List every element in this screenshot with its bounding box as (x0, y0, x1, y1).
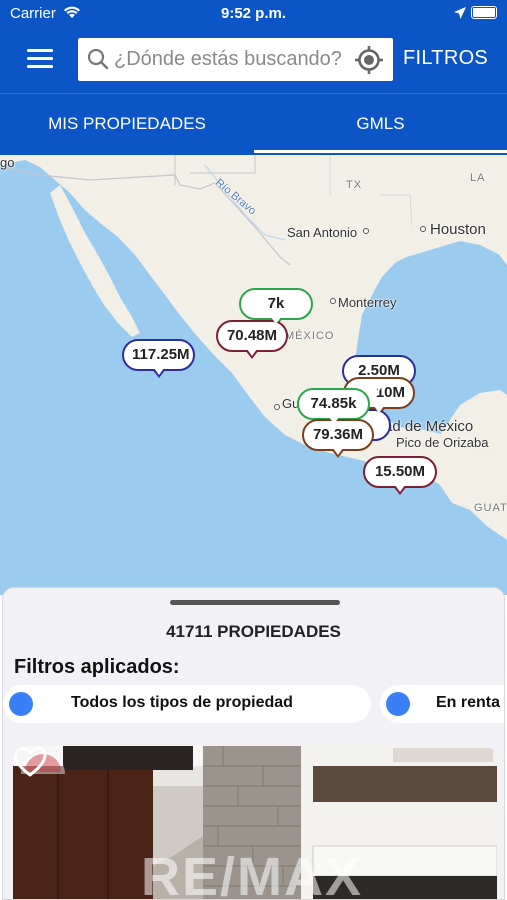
city-marker (274, 404, 280, 410)
tab-selected-indicator (254, 150, 507, 153)
map-label-mexico: MÉXICO (285, 330, 335, 342)
map-label-pico-orizaba: Pico de Orizaba (396, 435, 489, 450)
watermark: RE/MAX (141, 847, 364, 900)
filter-chip-property-type[interactable]: Todos los tipos de propiedad (3, 685, 371, 723)
map-label-houston: Houston (430, 221, 486, 238)
tab-gmls[interactable]: GMLS (254, 94, 507, 154)
results-count: 41711 PROPIEDADES (166, 622, 341, 641)
hamburger-icon (27, 49, 53, 52)
status-bar: Carrier 9:52 p.m. (0, 0, 507, 28)
price-pin[interactable]: 74.85k (297, 388, 370, 427)
applied-filters-title: Filtros aplicados: (14, 656, 180, 678)
my-location-icon[interactable] (354, 45, 384, 75)
map-label-guat: GUAT (474, 502, 507, 514)
heart-icon[interactable] (13, 746, 47, 778)
city-marker (420, 226, 426, 232)
price-pin[interactable]: 7k (239, 288, 313, 327)
map-view[interactable]: go TX LA Río Bravo San Antonio Houston M… (0, 155, 507, 595)
app-header: Carrier 9:52 p.m. FILTROS MIS (0, 0, 507, 155)
map-label-la: LA (470, 172, 486, 184)
map-label-monterrey: Monterrey (338, 295, 397, 310)
price-pin[interactable]: 15.50M (363, 456, 437, 495)
filter-dot-icon (386, 692, 410, 716)
location-arrow-icon (454, 7, 466, 19)
clock: 9:52 p.m. (220, 5, 287, 22)
filters-button[interactable]: FILTROS (403, 47, 488, 70)
filter-chip-rent[interactable]: En renta (380, 685, 504, 723)
map-label-tx: TX (346, 179, 363, 191)
map-label: go (0, 155, 15, 170)
city-marker (363, 228, 369, 234)
search-input[interactable] (114, 44, 350, 74)
filter-dot-icon (9, 692, 33, 716)
filter-chip-label: En renta (436, 694, 501, 711)
filter-chip-label: Todos los tipos de propiedad (71, 694, 293, 711)
menu-button[interactable] (27, 49, 53, 69)
search-bar[interactable] (78, 38, 393, 81)
map-label-cdmx: ad de México (384, 418, 474, 435)
tab-bar: MIS PROPIEDADES GMLS (0, 93, 507, 155)
property-card[interactable]: RE/MAX (13, 746, 497, 900)
results-sheet[interactable]: 41711 PROPIEDADES Filtros aplicados: Tod… (2, 587, 505, 900)
search-icon (87, 48, 109, 70)
price-pin[interactable]: 117.25M (122, 339, 195, 378)
price-pin[interactable]: 70.48M (216, 320, 288, 359)
city-marker (330, 298, 336, 304)
tab-mis-propiedades[interactable]: MIS PROPIEDADES (0, 94, 254, 154)
sheet-grabber[interactable] (170, 600, 340, 605)
map-label-san-antonio: San Antonio (287, 225, 358, 240)
battery-icon (471, 6, 497, 19)
